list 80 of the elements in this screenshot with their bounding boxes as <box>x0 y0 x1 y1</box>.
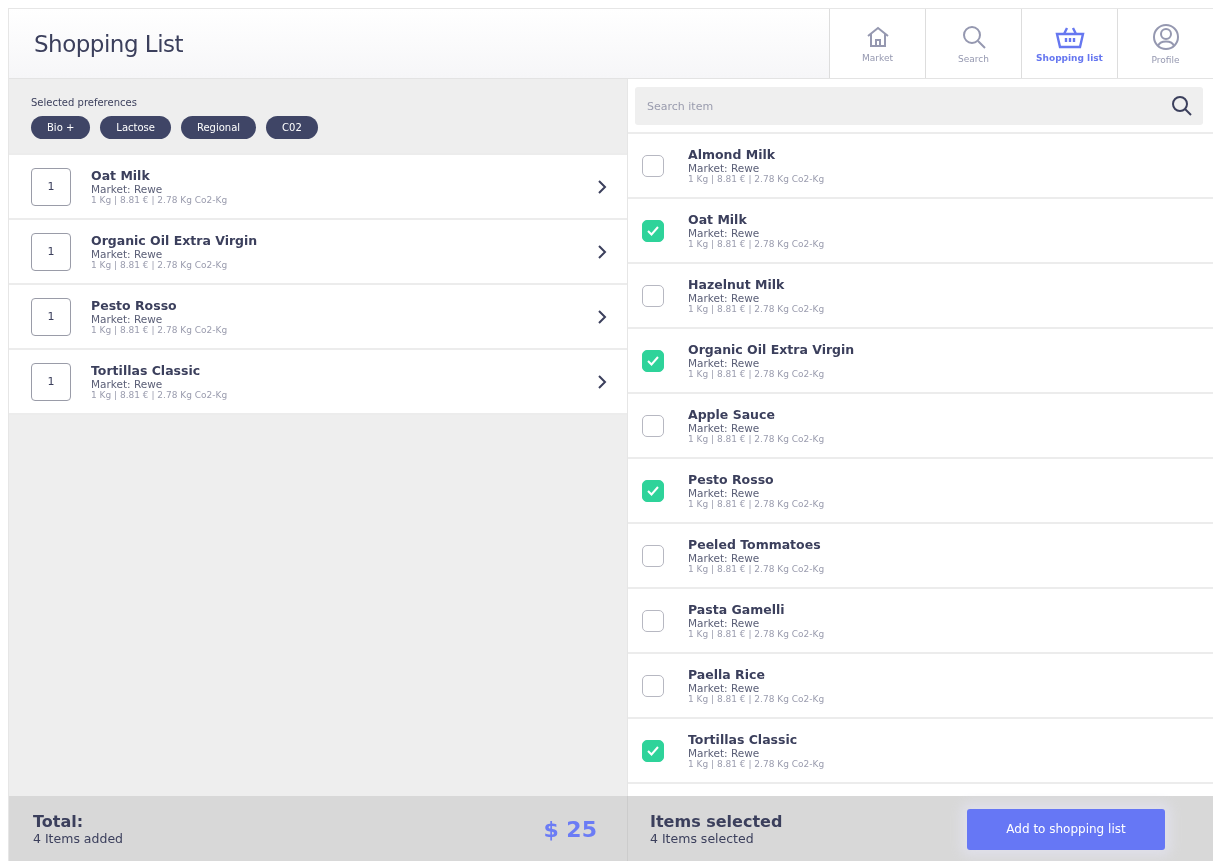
checkbox[interactable] <box>642 674 664 697</box>
total-amount: $ 25 <box>543 816 597 842</box>
item-details: 1 Kg | 8.81 € | 2.78 Kg Co2-Kg <box>688 304 826 314</box>
profile-icon <box>1151 22 1180 51</box>
item-details: 1 Kg | 8.81 € | 2.78 Kg Co2-Kg <box>688 239 826 249</box>
item-market: Market: Rewe <box>91 183 164 195</box>
selected-count: 4 Items selected <box>650 831 755 846</box>
checkbox[interactable] <box>642 154 664 177</box>
item-name: Almond Milk <box>688 147 777 162</box>
chevron-right-icon[interactable] <box>597 373 607 390</box>
preference-chip[interactable]: Regional <box>180 116 257 139</box>
search-icon <box>960 23 987 50</box>
checkbox[interactable] <box>642 544 664 567</box>
item-name: Apple Sauce <box>688 407 776 422</box>
item-name: Hazelnut Milk <box>688 277 786 292</box>
item-name: Organic Oil Extra Virgin <box>91 233 259 248</box>
item-name: Pesto Rosso <box>91 298 178 313</box>
item-name: Organic Oil Extra Virgin <box>688 342 856 357</box>
preferences-label: Selected preferences <box>31 97 138 108</box>
selected-label: Items selected <box>650 812 783 831</box>
item-market: Market: Rewe <box>688 552 761 564</box>
item-name: Pesto Rosso <box>688 472 775 487</box>
checkbox[interactable] <box>642 284 664 307</box>
items-count: 4 Items added <box>33 831 124 846</box>
checkbox[interactable] <box>642 349 664 372</box>
item-name: Oat Milk <box>688 212 748 227</box>
item-name: Pasta Gamelli <box>688 602 786 617</box>
add-to-list-button[interactable]: Add to shopping list <box>967 808 1165 850</box>
page-title: Shopping List <box>34 30 184 57</box>
item-market: Market: Rewe <box>688 422 761 434</box>
search-icon[interactable] <box>1171 95 1193 117</box>
search-field[interactable]: Search item <box>635 87 1203 125</box>
item-details: 1 Kg | 8.81 € | 2.78 Kg Co2-Kg <box>91 390 229 400</box>
item-market: Market: Rewe <box>688 617 761 629</box>
item-details: 1 Kg | 8.81 € | 2.78 Kg Co2-Kg <box>688 369 826 379</box>
item-market: Market: Rewe <box>91 248 164 260</box>
item-name: Paella Rice <box>688 667 766 682</box>
item-market: Market: Rewe <box>91 378 164 390</box>
item-details: 1 Kg | 8.81 € | 2.78 Kg Co2-Kg <box>688 499 826 509</box>
item-name: Tortillas Classic <box>91 363 202 378</box>
check-icon <box>646 224 660 237</box>
item-market: Market: Rewe <box>688 747 761 759</box>
item-details: 1 Kg | 8.81 € | 2.78 Kg Co2-Kg <box>688 434 826 444</box>
item-market: Market: Rewe <box>688 162 761 174</box>
checkbox[interactable] <box>642 609 664 632</box>
item-market: Market: Rewe <box>688 292 761 304</box>
item-name: Oat Milk <box>91 168 151 183</box>
checkbox[interactable] <box>642 219 664 242</box>
check-icon <box>646 354 660 367</box>
item-name: Tortillas Classic <box>688 732 799 747</box>
item-details: 1 Kg | 8.81 € | 2.78 Kg Co2-Kg <box>91 325 229 335</box>
chevron-right-icon[interactable] <box>597 178 607 195</box>
checkbox[interactable] <box>642 739 664 762</box>
item-market: Market: Rewe <box>91 313 164 325</box>
preference-chip[interactable]: Bio + <box>31 116 91 139</box>
item-details: 1 Kg | 8.81 € | 2.78 Kg Co2-Kg <box>688 629 826 639</box>
item-details: 1 Kg | 8.81 € | 2.78 Kg Co2-Kg <box>688 564 826 574</box>
quantity-field[interactable]: 1 <box>31 362 71 401</box>
item-details: 1 Kg | 8.81 € | 2.78 Kg Co2-Kg <box>91 195 229 205</box>
chevron-right-icon[interactable] <box>597 243 607 260</box>
item-market: Market: Rewe <box>688 227 761 239</box>
check-icon <box>646 484 660 497</box>
item-details: 1 Kg | 8.81 € | 2.78 Kg Co2-Kg <box>688 694 826 704</box>
item-name: Peeled Tommatoes <box>688 537 822 552</box>
item-details: 1 Kg | 8.81 € | 2.78 Kg Co2-Kg <box>688 174 826 184</box>
item-details: 1 Kg | 8.81 € | 2.78 Kg Co2-Kg <box>688 759 826 769</box>
check-icon <box>646 744 660 757</box>
item-details: 1 Kg | 8.81 € | 2.78 Kg Co2-Kg <box>91 260 229 270</box>
quantity-field[interactable]: 1 <box>31 167 71 206</box>
preference-chip[interactable]: Lactose <box>100 116 171 139</box>
chevron-right-icon[interactable] <box>597 308 607 325</box>
total-label: Total: <box>33 812 85 831</box>
preference-chip[interactable]: C02 <box>266 116 318 139</box>
quantity-field[interactable]: 1 <box>31 297 71 336</box>
quantity-field[interactable]: 1 <box>31 232 71 271</box>
checkbox[interactable] <box>642 479 664 502</box>
item-market: Market: Rewe <box>688 682 761 694</box>
item-market: Market: Rewe <box>688 487 761 499</box>
checkbox[interactable] <box>642 414 664 437</box>
item-market: Market: Rewe <box>688 357 761 369</box>
